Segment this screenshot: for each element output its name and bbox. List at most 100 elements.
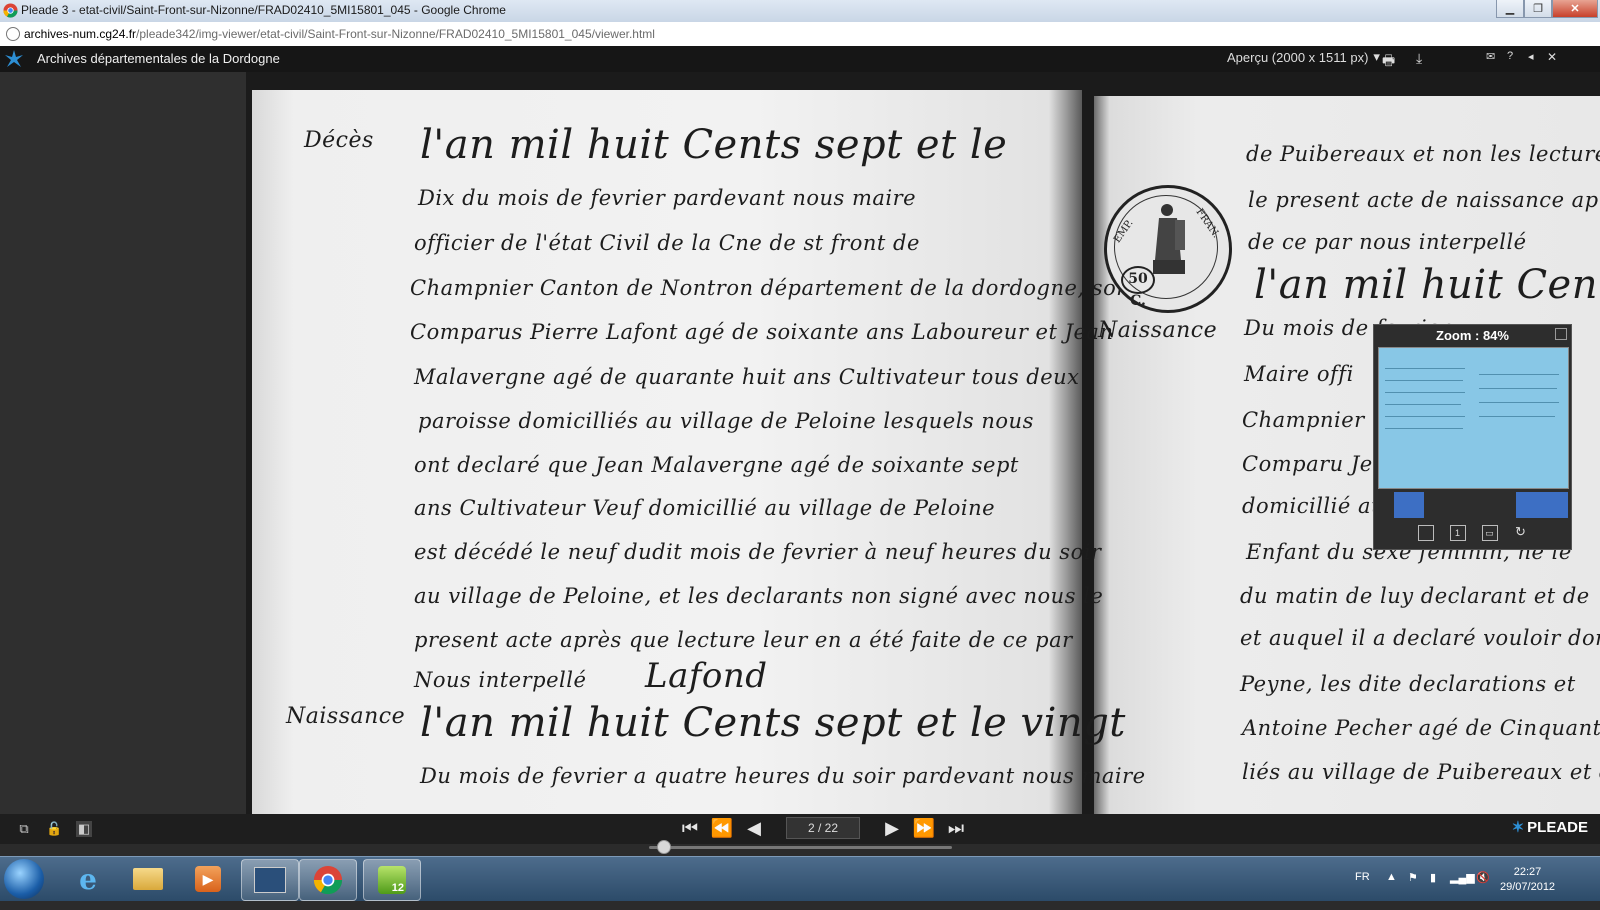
manuscript-line: Champnier Canton de Nontron département … — [410, 276, 1140, 300]
restore-icon: ❐ — [1533, 3, 1543, 15]
page-slider-handle[interactable] — [657, 840, 672, 854]
app-header: Archives départementales de la Dordogne … — [0, 46, 1600, 72]
manuscript-line: de Puibereaux et non les lecture — [1246, 142, 1600, 166]
page-number-field[interactable]: 2 / 22 — [786, 817, 860, 839]
manuscript-line: Antoine Pecher agé de Cinquante — [1242, 716, 1600, 740]
pleade-logo-icon — [5, 50, 23, 67]
app-title: Archives départementales de la Dordogne — [37, 51, 280, 66]
file-explorer-icon[interactable] — [120, 859, 176, 899]
manuscript-line: est décédé le neuf dudit mois de fevrier… — [414, 540, 1102, 564]
manuscript-line: Comparu Jea — [1242, 452, 1386, 476]
toggle-sidebar-icon[interactable]: ⧉ — [16, 821, 32, 837]
margin-note: Naissance — [286, 704, 406, 729]
contrast-icon[interactable]: ◧ — [76, 821, 92, 837]
mail-icon[interactable]: ✉ — [1486, 50, 1495, 63]
taskbar-window-preview[interactable] — [241, 859, 299, 901]
zoom-level-label: Zoom : 84% — [1436, 328, 1509, 343]
close-button[interactable]: ✕ — [1552, 0, 1598, 18]
zoom-in-area[interactable] — [1516, 492, 1568, 518]
preview-size-dropdown[interactable]: Aperçu (2000 x 1511 px) ▾ — [1227, 49, 1380, 65]
rotate-icon[interactable]: ↻ — [1514, 525, 1528, 539]
page-thumbnail[interactable] — [1378, 347, 1569, 489]
manuscript-line: et auquel il a declaré vouloir don — [1240, 626, 1600, 650]
page-info-icon[interactable] — [6, 27, 20, 41]
minimize-icon: ▁ — [1505, 3, 1515, 15]
signature: Lafond — [645, 656, 768, 696]
next-page-button[interactable]: ▶ — [878, 816, 906, 840]
internet-explorer-icon[interactable]: e — [60, 859, 116, 899]
manuscript-line: l'an mil huit Cents sept et le — [420, 122, 1008, 168]
start-button[interactable] — [4, 859, 44, 899]
manuscript-line: l'an mil huit Cent — [1254, 262, 1600, 308]
stamp-figure-icon — [1153, 204, 1185, 274]
language-indicator[interactable]: FR — [1355, 871, 1370, 883]
app-badge: 12 — [378, 866, 406, 894]
media-player-icon[interactable]: ▶ — [180, 859, 236, 899]
print-icon[interactable]: 🖶 — [1382, 50, 1395, 74]
manuscript-line: du matin de luy declarant et de — [1240, 584, 1590, 608]
maximize-icon[interactable] — [1555, 328, 1567, 340]
network-icon[interactable]: ▂▄▆ — [1450, 871, 1475, 884]
manuscript-line: Champnier — [1242, 408, 1365, 432]
manuscript-line: Malavergne agé de quarante huit ans Cult… — [414, 365, 1080, 389]
stamp-value: 50 C. — [1121, 266, 1155, 309]
chrome-taskbar-icon[interactable] — [299, 859, 357, 901]
chevron-down-icon: ▾ — [1373, 49, 1380, 64]
select-area-icon[interactable] — [1417, 525, 1434, 541]
manuscript-line: officier de l'état Civil de la Cne de st… — [414, 231, 920, 255]
manuscript-line: ont declaré que Jean Malavergne agé de s… — [414, 453, 1019, 477]
clock-date: 29/07/2012 — [1500, 881, 1556, 893]
margin-note: Naissance — [1098, 318, 1218, 343]
windows-taskbar: e ▶ 12 FR ▲ ⚑ ▮ ▂▄▆ 🔇 22:27 29/07/2012 — [0, 856, 1600, 901]
pleade-star-icon: ✶ — [1511, 819, 1525, 836]
download-icon[interactable]: ⤓ — [1416, 50, 1422, 67]
address-bar[interactable]: archives-num.cg24.fr/pleade342/img-viewe… — [0, 22, 1600, 47]
manuscript-line: liés au village de Puibereaux et de — [1242, 760, 1600, 784]
minimize-button[interactable]: ▁ — [1496, 0, 1524, 18]
battery-icon[interactable]: ▮ — [1430, 871, 1436, 884]
previous-page-button[interactable]: ◀ — [740, 816, 768, 840]
close-viewer-icon[interactable]: ✕ — [1547, 50, 1557, 64]
manuscript-line: present acte après que lecture leur en a… — [414, 628, 1073, 652]
help-icon[interactable]: ? — [1507, 50, 1513, 62]
page-slider-track[interactable] — [649, 846, 952, 849]
manuscript-line: paroisse domicilliés au village de Peloi… — [418, 409, 1034, 433]
viewer-toolbar: ⧉ 🔓 ◧ ⏮ ⏪ ◀ 2 / 22 ▶ ⏩ ⏭ ✶ PLEADE — [0, 814, 1600, 844]
preview-size-label: Aperçu (2000 x 1511 px) — [1227, 49, 1369, 65]
collapse-left-icon[interactable]: ◂ — [1528, 50, 1534, 63]
manuscript-line: Nous interpellé — [414, 668, 587, 692]
tax-stamp: EMP. FRAN. 50 C. — [1104, 185, 1232, 313]
fast-forward-button[interactable]: ⏩ — [910, 816, 938, 840]
url-text[interactable]: archives-num.cg24.fr/pleade342/img-viewe… — [24, 27, 655, 41]
clock-time: 22:27 — [1513, 866, 1542, 878]
url-path: /pleade342/img-viewer/etat-civil/Saint-F… — [136, 27, 655, 41]
window-titlebar: Pleade 3 - etat-civil/Saint-Front-sur-Ni… — [0, 0, 1600, 23]
manuscript-line: Dix du mois de fevrier pardevant nous ma… — [418, 186, 917, 210]
tray-expand-icon[interactable]: ▲ — [1386, 871, 1397, 883]
close-icon: ✕ — [1570, 3, 1580, 15]
rewind-button[interactable]: ⏪ — [708, 816, 736, 840]
manuscript-line: Peyne, les dite declarations et — [1240, 672, 1576, 696]
manuscript-line: ans Cultivateur Veuf domicillié au villa… — [414, 496, 996, 520]
lock-icon[interactable]: 🔓 — [46, 821, 62, 837]
pleade-brand-name: PLEADE — [1527, 818, 1588, 836]
manuscript-line: Maire offi — [1244, 362, 1354, 386]
visible-area-highlight[interactable] — [1379, 348, 1568, 488]
app-leaf-icon[interactable]: 12 — [363, 859, 421, 901]
first-page-button[interactable]: ⏮ — [676, 816, 704, 840]
manuscript-line: le present acte de naissance apres — [1248, 188, 1600, 212]
action-center-icon[interactable]: ⚑ — [1408, 871, 1418, 884]
fit-page-icon[interactable]: ▭ — [1481, 525, 1498, 541]
last-page-button[interactable]: ⏭ — [942, 816, 970, 840]
actual-size-icon[interactable]: 1 — [1449, 525, 1466, 541]
zoom-navigator[interactable]: Zoom : 84% 1 ▭ ↻ — [1373, 324, 1572, 550]
sidebar-panel — [0, 72, 246, 814]
url-host: archives-num.cg24.fr — [24, 27, 137, 41]
volume-icon[interactable]: 🔇 — [1476, 871, 1490, 884]
zoom-out-area[interactable] — [1394, 492, 1424, 518]
manuscript-line: de ce par nous interpellé — [1248, 230, 1527, 254]
manuscript-line: domicillié au — [1242, 494, 1385, 518]
restore-button[interactable]: ❐ — [1524, 0, 1552, 18]
system-clock[interactable]: 22:27 29/07/2012 — [1500, 865, 1555, 895]
chrome-icon — [3, 3, 18, 18]
